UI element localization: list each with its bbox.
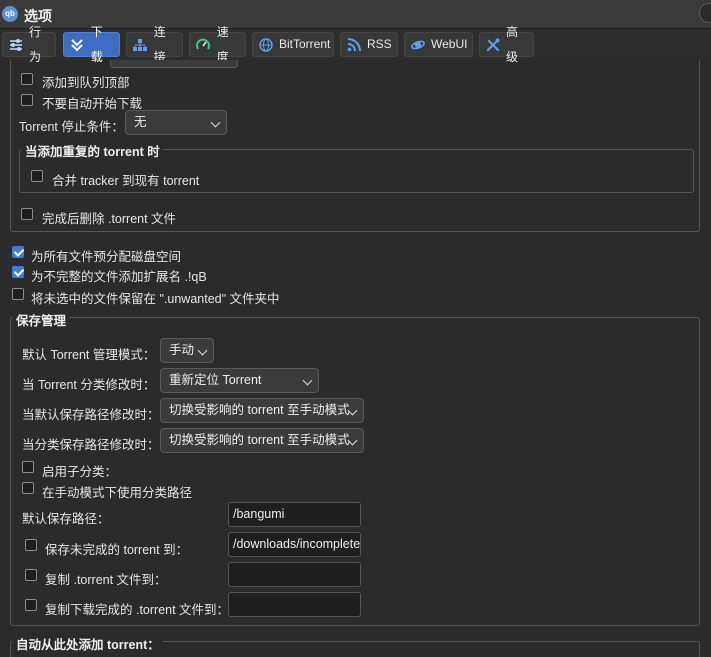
default-path-changed-select[interactable]: 切换受影响的 torrent 至手动模式 bbox=[160, 398, 364, 423]
dont-start-checkbox[interactable] bbox=[21, 94, 33, 106]
default-save-path-label: 默认保存路径： bbox=[22, 512, 110, 526]
select-value: 手动 bbox=[169, 343, 195, 357]
add-to-queue-top-checkbox[interactable] bbox=[21, 73, 33, 85]
incomplete-path-checkbox[interactable] bbox=[25, 539, 37, 551]
append-ext-label: 为不完整的文件添加扩展名 .!qB bbox=[31, 270, 207, 284]
torrent-mode-select[interactable]: 手动 bbox=[160, 338, 214, 363]
tab-advanced[interactable]: 高级 bbox=[479, 25, 534, 64]
close-button[interactable] bbox=[699, 3, 711, 23]
preallocate-label: 为所有文件预分配磁盘空间 bbox=[31, 250, 182, 264]
default-save-path-input[interactable]: /bangumi bbox=[228, 502, 361, 527]
tab-label: RSS bbox=[367, 37, 392, 51]
downloads-settings-page: 添加到队列顶部 不要自动开始下载 Torrent 停止条件： 无 当添加重复的 … bbox=[0, 60, 711, 657]
tools-icon bbox=[486, 37, 500, 53]
append-ext-checkbox[interactable] bbox=[12, 266, 24, 278]
delete-torrent-checkbox[interactable] bbox=[21, 208, 33, 220]
chevron-down-icon bbox=[302, 375, 313, 386]
default-path-changed-label: 当默认保存路径修改时： bbox=[22, 408, 160, 422]
web-icon bbox=[411, 37, 425, 53]
keep-unwanted-label: 将未选中的文件保留在 ".unwanted" 文件夹中 bbox=[31, 292, 280, 306]
network-icon bbox=[133, 37, 148, 53]
partial-select[interactable] bbox=[110, 60, 238, 68]
tab-rss[interactable]: RSS bbox=[340, 32, 398, 57]
speedometer-icon bbox=[196, 37, 211, 53]
tab-bar: 行为 下载 连接 速度 BitTorrent RSS WebUI 高级 bbox=[0, 25, 711, 64]
app-logo-icon: qb bbox=[2, 6, 18, 22]
copy-torrent-label: 复制 .torrent 文件到： bbox=[45, 573, 167, 587]
tab-bittorrent[interactable]: BitTorrent bbox=[252, 32, 334, 57]
category-paths-manual-label: 在手动模式下使用分类路径 bbox=[42, 486, 193, 500]
category-changed-label: 当 Torrent 分类修改时： bbox=[22, 378, 156, 392]
category-changed-select[interactable]: 重新定位 Torrent bbox=[160, 368, 319, 393]
tab-label: BitTorrent bbox=[279, 37, 331, 51]
chevron-down-icon bbox=[197, 345, 208, 356]
duplicate-group-title: 当添加重复的 torrent 时 bbox=[22, 141, 163, 160]
incomplete-path-label: 保存未完成的 torrent 到： bbox=[45, 543, 189, 557]
globe-icon bbox=[259, 37, 273, 53]
copy-torrent-checkbox[interactable] bbox=[25, 569, 37, 581]
preallocate-checkbox[interactable] bbox=[12, 246, 24, 258]
select-value: 切换受影响的 torrent 至手动模式 bbox=[169, 403, 350, 417]
category-paths-manual-checkbox[interactable] bbox=[22, 482, 34, 494]
rss-icon bbox=[347, 37, 361, 53]
select-value: 无 bbox=[134, 115, 147, 129]
copy-finished-checkbox[interactable] bbox=[25, 599, 37, 611]
merge-trackers-checkbox[interactable] bbox=[31, 170, 43, 182]
subcategories-checkbox[interactable] bbox=[22, 461, 34, 473]
add-to-queue-top-label: 添加到队列顶部 bbox=[42, 76, 130, 90]
select-value: 切换受影响的 torrent 至手动模式 bbox=[169, 433, 350, 447]
incomplete-path-input[interactable]: /downloads/incomplete bbox=[228, 532, 361, 557]
subcategories-label: 启用子分类： bbox=[42, 465, 118, 479]
stop-condition-label: Torrent 停止条件： bbox=[19, 120, 124, 134]
tab-webui[interactable]: WebUI bbox=[404, 32, 473, 57]
tab-behavior[interactable]: 行为 bbox=[2, 25, 56, 64]
stop-condition-select[interactable]: 无 bbox=[125, 110, 227, 135]
sliders-icon bbox=[9, 37, 23, 53]
tab-connection[interactable]: 连接 bbox=[126, 25, 183, 64]
category-path-changed-label: 当分类保存路径修改时： bbox=[22, 438, 160, 452]
chevron-down-icon bbox=[210, 117, 221, 128]
save-management-title: 保存管理 bbox=[13, 310, 70, 329]
tab-speed[interactable]: 速度 bbox=[189, 25, 246, 64]
category-path-changed-select[interactable]: 切换受影响的 torrent 至手动模式 bbox=[160, 428, 364, 453]
copy-torrent-input[interactable] bbox=[228, 562, 361, 587]
download-icon bbox=[70, 37, 85, 53]
select-value: 重新定位 Torrent bbox=[169, 373, 262, 387]
auto-add-title: 自动从此处添加 torrent： bbox=[13, 634, 163, 653]
copy-finished-input[interactable] bbox=[228, 592, 361, 617]
torrent-mode-label: 默认 Torrent 管理模式： bbox=[22, 348, 156, 362]
merge-trackers-label: 合并 tracker 到现有 torrent bbox=[52, 174, 200, 188]
copy-finished-label: 复制下载完成的 .torrent 文件到： bbox=[45, 603, 230, 617]
tab-downloads[interactable]: 下载 bbox=[63, 25, 120, 64]
keep-unwanted-checkbox[interactable] bbox=[12, 288, 24, 300]
tab-label: WebUI bbox=[431, 37, 468, 51]
delete-torrent-label: 完成后删除 .torrent 文件 bbox=[42, 212, 177, 226]
